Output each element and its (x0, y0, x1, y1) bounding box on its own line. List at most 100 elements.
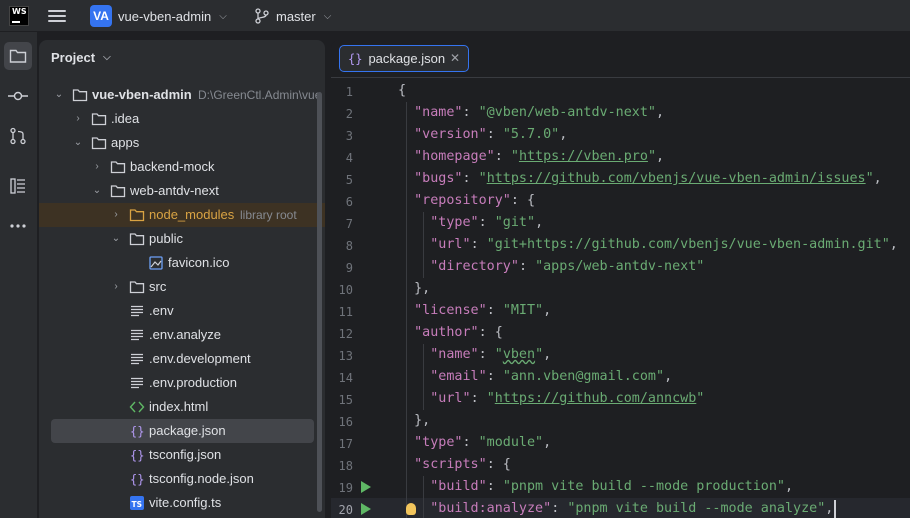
title-bar: WS VA vue-vben-admin ⌵ master ⌵ (0, 0, 910, 32)
tree-item[interactable]: .env.development (39, 347, 325, 371)
tree-item-label: .env.analyze (149, 327, 222, 342)
tree-item[interactable]: TS vite.config.ts (39, 491, 325, 515)
code-token: : (518, 259, 536, 274)
code-line[interactable]: "bugs": "https://github.com/vbenjs/vue-v… (398, 168, 882, 190)
tree-item[interactable]: › node_modules library root (39, 203, 325, 227)
code-line[interactable]: "type": "module", (398, 432, 551, 454)
more-tools-button[interactable] (4, 212, 32, 240)
code-token: "version" (414, 127, 487, 142)
code-line[interactable]: "repository": { (398, 190, 535, 212)
tree-item[interactable]: .env.analyze (39, 323, 325, 347)
tree-item[interactable]: › backend-mock (39, 155, 325, 179)
project-panel-header[interactable]: Project ⌵ (51, 50, 111, 65)
line-number: 16 (338, 415, 353, 429)
code-line[interactable]: "name": "vben", (398, 344, 551, 366)
line-number: 10 (338, 283, 353, 297)
code-line[interactable]: "author": { (398, 322, 503, 344)
code-line[interactable]: "build": "pnpm vite build --mode product… (398, 476, 793, 498)
chevron-right-icon[interactable]: › (72, 113, 84, 125)
code-line[interactable]: }, (398, 410, 430, 432)
chevron-right-icon[interactable]: › (110, 281, 122, 293)
code-line[interactable]: "scripts": { (398, 454, 511, 476)
tree-scrollbar[interactable] (317, 92, 322, 512)
code-token: https://vben.pro (518, 149, 648, 164)
more-horizontal-icon (10, 224, 26, 228)
commit-tool-button[interactable] (4, 82, 32, 110)
code-token: " (865, 171, 874, 186)
branch-selector[interactable]: master ⌵ (254, 5, 331, 27)
project-selector[interactable]: VA vue-vben-admin ⌵ (90, 5, 227, 27)
chevron-right-icon[interactable]: › (110, 209, 122, 221)
tree-item[interactable]: favicon.ico (39, 251, 325, 275)
run-script-icon[interactable] (361, 481, 371, 493)
code-line[interactable]: "type": "git", (398, 212, 543, 234)
tree-item[interactable]: {} tsconfig.json (39, 443, 325, 467)
tree-item[interactable]: ⌄ public (39, 227, 325, 251)
code-line[interactable]: "url": "https://github.com/anncwb" (398, 388, 704, 410)
code-token: : { (478, 325, 503, 340)
code-token: }, (398, 413, 431, 428)
structure-tool-button[interactable] (4, 172, 32, 200)
svg-text:{}: {} (130, 449, 144, 463)
folder-icon (9, 49, 27, 63)
tree-item-label: src (149, 279, 167, 294)
line-number: 8 (345, 239, 353, 253)
excluded-folder-icon (129, 207, 145, 223)
code-token: : { (510, 193, 536, 208)
code-line[interactable]: "build:analyze": "pnpm vite build --mode… (398, 498, 834, 518)
code-line[interactable]: "email": "ann.vben@gmail.com", (398, 366, 672, 388)
code-line[interactable]: "name": "@vben/web-antdv-next", (398, 102, 664, 124)
main-menu-icon[interactable] (48, 8, 66, 24)
chevron-right-icon[interactable]: › (91, 161, 103, 173)
webstorm-logo-icon[interactable]: WS (9, 6, 29, 26)
project-name: vue-vben-admin (118, 8, 212, 24)
tree-item[interactable]: {} tsconfig.node.json (39, 467, 325, 491)
close-icon[interactable]: ✕ (450, 51, 460, 65)
code-token: " (647, 149, 656, 164)
editor-tab-bar: {} package.json ✕ (331, 40, 910, 78)
code-token: "type" (430, 215, 479, 230)
code-line[interactable]: "version": "5.7.0", (398, 124, 567, 146)
code-line[interactable]: { (398, 80, 406, 102)
code-token: "directory" (430, 259, 519, 274)
tree-item[interactable]: .env.production (39, 371, 325, 395)
code-line[interactable]: "homepage": "https://vben.pro", (398, 146, 664, 168)
code-token: : (494, 149, 511, 164)
tree-item[interactable]: index.html (39, 395, 325, 419)
chevron-down-icon[interactable]: ⌄ (110, 233, 122, 245)
tree-item[interactable]: ⌄ vue-vben-admin D:\GreenCtl.Admin\vue (39, 83, 325, 107)
tree-item[interactable]: ⌄ apps (39, 131, 325, 155)
tree-item[interactable]: .env (39, 299, 325, 323)
chevron-down-icon[interactable]: ⌄ (91, 185, 103, 197)
tree-item[interactable]: › .idea (39, 107, 325, 131)
folder-icon (129, 231, 145, 247)
pull-requests-tool-button[interactable] (4, 122, 32, 150)
tree-item[interactable]: ⌄ web-antdv-next (39, 179, 325, 203)
code-token: , (543, 435, 552, 450)
project-tool-button[interactable] (4, 42, 32, 70)
code-token: "git+https://github.com/vbenjs/vue-vben-… (486, 237, 890, 252)
tab-package-json[interactable]: {} package.json ✕ (339, 45, 469, 72)
indent-guide (423, 212, 424, 278)
chevron-down-icon[interactable]: ⌄ (72, 137, 84, 149)
code-token: { (398, 83, 407, 98)
code-token: , (543, 303, 552, 318)
code-token: "name" (414, 105, 463, 120)
line-number: 11 (338, 305, 353, 319)
line-number: 1 (345, 85, 353, 99)
lightbulb-icon[interactable] (406, 503, 416, 515)
code-line[interactable]: "directory": "apps/web-antdv-next" (398, 256, 704, 278)
line-number: 17 (338, 437, 353, 451)
text-caret (834, 500, 836, 518)
run-script-icon[interactable] (361, 503, 371, 515)
code-line[interactable]: }, (398, 278, 430, 300)
code-line[interactable]: "license": "MIT", (398, 300, 551, 322)
chevron-down-icon[interactable]: ⌄ (53, 89, 65, 101)
tree-item[interactable]: › src (39, 275, 325, 299)
tree-item-label: vue-vben-admin (92, 87, 192, 102)
code-line[interactable]: "url": "git+https://github.com/vbenjs/vu… (398, 234, 898, 256)
code-token: , (825, 501, 834, 516)
tree-item[interactable]: {} package.json (39, 419, 325, 443)
folder-icon (91, 135, 107, 151)
